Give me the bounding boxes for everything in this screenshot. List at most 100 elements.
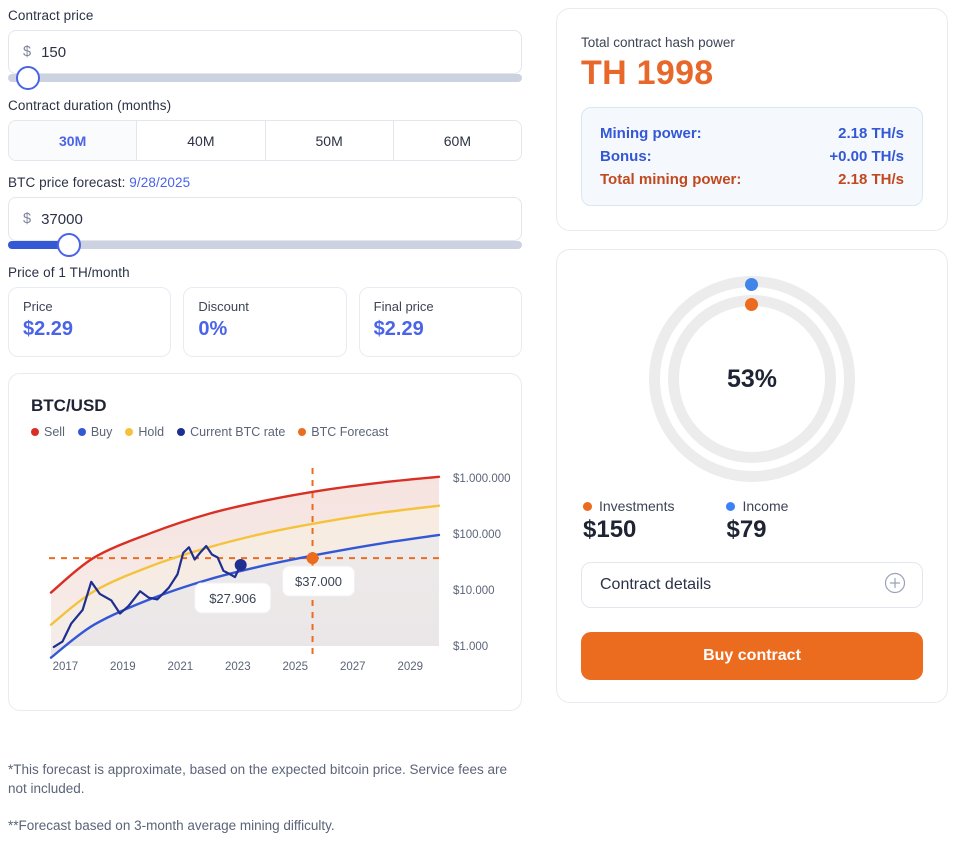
- legend-dot-icon: [177, 428, 186, 436]
- price-card-label: Final price: [373, 299, 434, 314]
- btc-usd-line-chart: $1.000 $10.000 $100.000 $1.000.000 2017 2019…: [49, 468, 511, 673]
- btc-forecast-value: 37000: [41, 210, 83, 228]
- hash-power-card: Total contract hash power TH 1998 Mining…: [556, 8, 948, 231]
- stat-investments: Investments $150: [583, 498, 674, 544]
- price-card-label: Price: [23, 299, 53, 314]
- hash-power-breakdown: Mining power: 2.18 TH/s Bonus: +0.00 TH/…: [581, 107, 923, 206]
- svg-text:2027: 2027: [340, 661, 366, 673]
- btc-forecast-slider[interactable]: [8, 233, 522, 257]
- hash-row-total-mining-power: Total mining power: 2.18 TH/s: [600, 168, 904, 191]
- price-card-discount: Discount 0%: [183, 287, 347, 357]
- legend-label: BTC Forecast: [311, 425, 389, 439]
- stat-income: Income $79: [726, 498, 788, 544]
- stat-value: $150: [583, 516, 637, 543]
- slider-track[interactable]: [8, 74, 522, 82]
- duration-option-30m[interactable]: 30M: [9, 121, 138, 160]
- svg-text:2019: 2019: [110, 661, 136, 673]
- price-section-heading: Price of 1 TH/month: [8, 265, 130, 280]
- duration-option-50m[interactable]: 50M: [265, 121, 394, 160]
- stat-value: $79: [726, 516, 767, 543]
- svg-text:$37.000: $37.000: [295, 574, 342, 589]
- legend-label: Sell: [44, 425, 65, 439]
- investment-income-donut: 53%: [649, 276, 855, 482]
- btc-forecast-label: BTC price forecast: 9/28/2025: [8, 175, 532, 190]
- svg-text:$10.000: $10.000: [453, 585, 495, 597]
- legend-label: Buy: [90, 425, 113, 439]
- footnote-forecast-approximate: *This forecast is approximate, based on …: [8, 762, 508, 796]
- hash-row-key: Mining power:: [600, 125, 702, 142]
- contract-price-value: 150: [41, 43, 67, 61]
- hash-power-headline: TH 1998: [581, 54, 714, 92]
- svg-text:$100.000: $100.000: [453, 529, 501, 541]
- svg-text:2017: 2017: [53, 661, 79, 673]
- contract-details-toggle[interactable]: Contract details: [581, 562, 923, 608]
- plus-circle-icon[interactable]: [884, 572, 906, 599]
- contract-duration-tabs: 30M 40M 50M 60M: [8, 120, 522, 161]
- chart-legend: Sell Buy Hold Current BTC rate BTC Forec…: [31, 425, 505, 439]
- legend-dot-icon: [77, 428, 86, 436]
- currency-symbol: $: [23, 211, 32, 227]
- stat-label: Income: [742, 498, 789, 514]
- btc-forecast-date[interactable]: 9/28/2025: [129, 175, 190, 190]
- btc-forecast-field[interactable]: $ 37000: [8, 197, 532, 241]
- stat-header: Investments: [583, 498, 674, 514]
- footnotes: *This forecast is approximate, based on …: [8, 760, 528, 835]
- currency-symbol: $: [23, 44, 32, 60]
- svg-text:2029: 2029: [397, 661, 423, 673]
- price-card-label: Discount: [198, 299, 249, 314]
- legend-item-sell: Sell: [31, 425, 65, 439]
- stat-label: Investments: [599, 498, 675, 514]
- stat-dot-icon: [726, 501, 736, 511]
- price-cards: Price $2.29 Discount 0% Final price $2.2…: [8, 287, 522, 357]
- contract-summary-card: 53% Investments $150 Income $79 Contract…: [556, 249, 948, 703]
- svg-text:$1.000.000: $1.000.000: [453, 473, 511, 485]
- svg-text:2021: 2021: [168, 661, 194, 673]
- donut-percent-label: 53%: [726, 364, 778, 393]
- legend-dot-icon: [298, 428, 307, 436]
- legend-label: Hold: [138, 425, 165, 439]
- contract-price-input[interactable]: $ 150: [8, 30, 522, 74]
- hash-row-mining-power: Mining power: 2.18 TH/s: [600, 122, 904, 145]
- btc-forecast-label-text: BTC price forecast:: [8, 175, 130, 190]
- slider-thumb[interactable]: [16, 66, 40, 90]
- calculator-page: Contract price $ 150 Contract duration (…: [0, 0, 956, 855]
- legend-item-buy: Buy: [77, 425, 113, 439]
- contract-price-field[interactable]: $ 150: [8, 30, 532, 74]
- chart-plot-area: $1.000 $10.000 $100.000 $1.000.000 2017 2019…: [23, 464, 515, 694]
- slider-track[interactable]: [8, 241, 522, 249]
- legend-dot-icon: [31, 428, 39, 436]
- price-card-value: $2.29: [23, 318, 74, 340]
- hash-row-value: 2.18 TH/s: [838, 125, 904, 142]
- buy-contract-button[interactable]: Buy contract: [581, 632, 923, 680]
- svg-text:2023: 2023: [225, 661, 251, 673]
- svg-text:2025: 2025: [282, 661, 308, 673]
- summary-column: Total contract hash power TH 1998 Mining…: [556, 8, 948, 703]
- duration-option-40m[interactable]: 40M: [137, 121, 266, 160]
- configurator-column: Contract price $ 150 Contract duration (…: [8, 8, 532, 711]
- stat-dot-icon: [583, 501, 592, 511]
- stat-header: Income: [726, 498, 788, 514]
- contract-details-label: Contract details: [600, 576, 712, 593]
- footnote-mining-difficulty: **Forecast based on 3-month average mini…: [8, 818, 335, 833]
- btc-usd-chart-card: BTC/USD Sell Buy Hold Current BTC rate B…: [8, 373, 522, 711]
- legend-dot-icon: [125, 428, 134, 436]
- btc-forecast-input[interactable]: $ 37000: [8, 197, 522, 241]
- legend-item-btc-forecast: BTC Forecast: [298, 425, 388, 439]
- contract-duration-label: Contract duration (months): [8, 98, 172, 113]
- legend-item-hold: Hold: [125, 425, 164, 439]
- summary-stats: Investments $150 Income $79: [581, 498, 923, 544]
- legend-item-current-btc-rate: Current BTC rate: [177, 425, 285, 439]
- hash-row-value: +0.00 TH/s: [829, 148, 904, 165]
- price-card-final-price: Final price $2.29: [358, 287, 522, 357]
- legend-label: Current BTC rate: [190, 425, 286, 439]
- duration-option-60m[interactable]: 60M: [393, 121, 521, 160]
- slider-thumb[interactable]: [57, 233, 81, 257]
- contract-price-slider[interactable]: [8, 66, 522, 90]
- hash-row-bonus: Bonus: +0.00 TH/s: [600, 145, 904, 168]
- hash-row-key: Bonus:: [600, 148, 652, 165]
- hash-power-subtitle: Total contract hash power: [581, 35, 735, 50]
- price-card-value: 0%: [198, 318, 228, 340]
- svg-text:$27.906: $27.906: [209, 591, 256, 606]
- svg-text:$1.000: $1.000: [453, 641, 488, 653]
- hash-row-key: Total mining power:: [600, 171, 742, 188]
